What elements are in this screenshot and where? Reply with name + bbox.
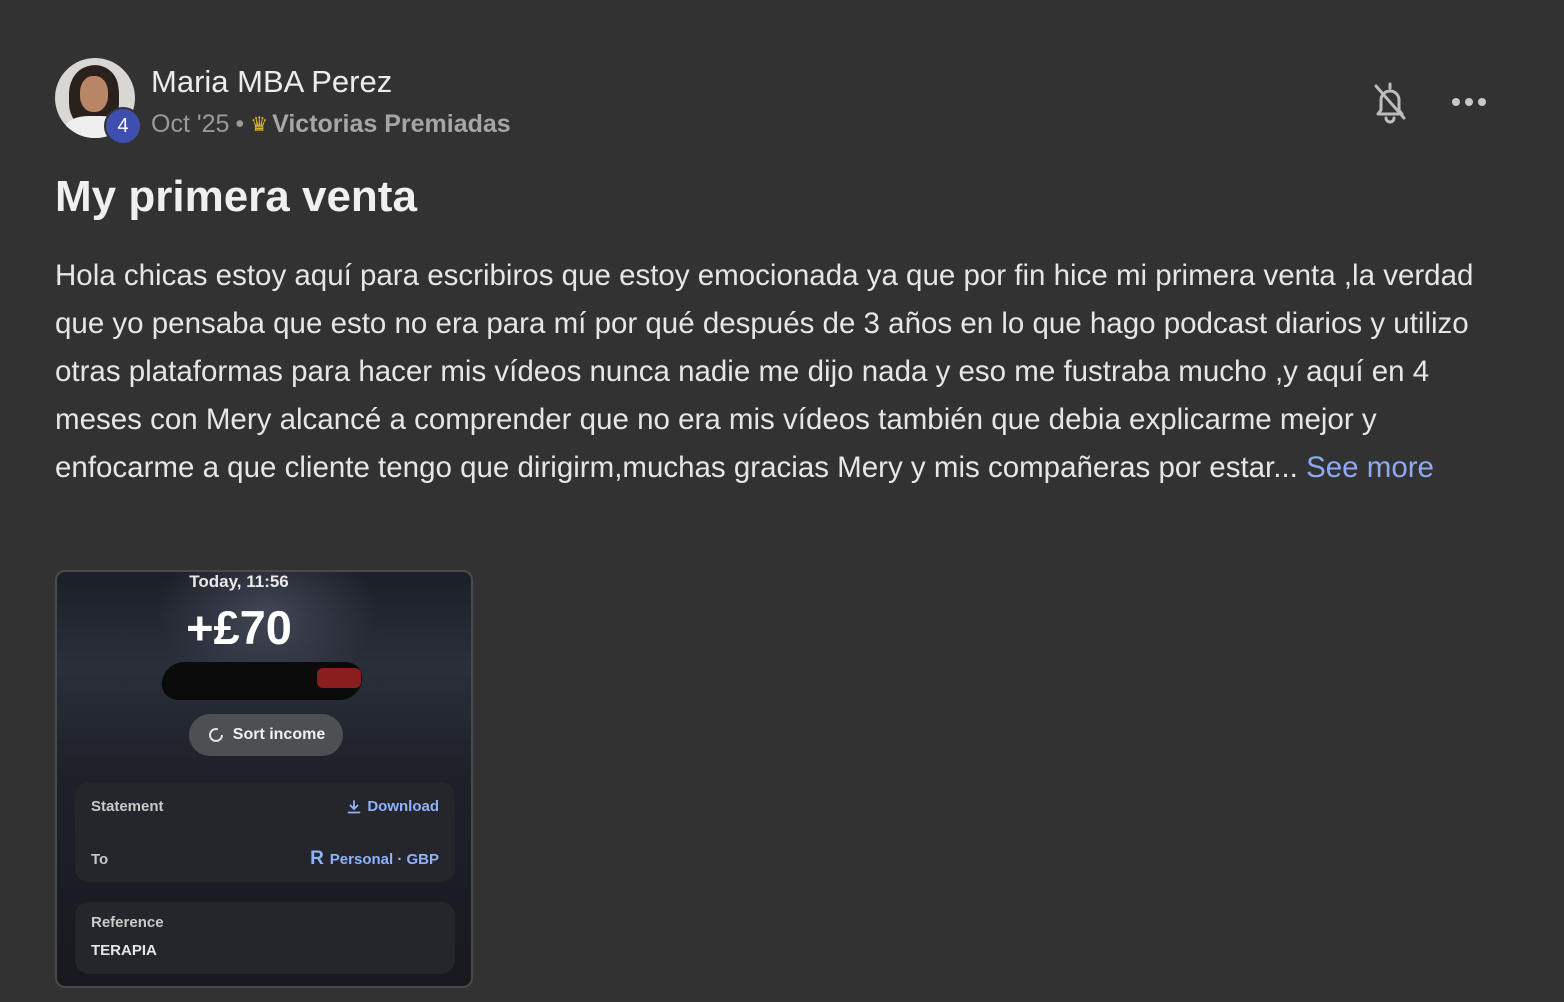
refresh-icon bbox=[208, 728, 223, 742]
to-value: Personal · GBP bbox=[329, 850, 439, 868]
redacted-mark bbox=[317, 668, 361, 688]
transaction-amount: +£70 bbox=[186, 601, 292, 654]
download-icon bbox=[347, 799, 361, 813]
reference-value: TERAPIA bbox=[91, 942, 157, 959]
reference-card: Reference TERAPIA bbox=[75, 902, 455, 974]
sort-income-pill: Sort income bbox=[189, 714, 343, 756]
post-card: 4 Maria MBA Perez Oct '25 • ♛ Victorias … bbox=[0, 0, 1564, 1002]
crown-icon: ♛ bbox=[250, 114, 269, 136]
reference-label: Reference bbox=[91, 914, 164, 931]
mute-notifications-button[interactable] bbox=[1370, 80, 1410, 124]
category-link[interactable]: Victorias Premiadas bbox=[272, 110, 511, 139]
statement-label: Statement bbox=[91, 798, 164, 815]
see-more-link[interactable]: See more bbox=[1306, 451, 1434, 484]
post-meta: Oct '25 • ♛ Victorias Premiadas bbox=[151, 110, 511, 139]
more-options-button[interactable] bbox=[1448, 86, 1490, 118]
bank-logo-icon: R bbox=[310, 848, 324, 869]
transaction-time: Today, 11:56 bbox=[189, 572, 289, 591]
more-horizontal-icon bbox=[1452, 98, 1486, 106]
download-label: Download bbox=[367, 798, 439, 815]
post-date: Oct '25 bbox=[151, 110, 230, 138]
author-avatar[interactable]: 4 bbox=[55, 58, 143, 146]
statement-card: Statement Download To R Personal · GBP bbox=[75, 782, 455, 882]
post-body: Hola chicas estoy aquí para escribiros q… bbox=[55, 252, 1495, 492]
post-title: My primera venta bbox=[55, 172, 417, 221]
author-name[interactable]: Maria MBA Perez bbox=[151, 64, 392, 100]
bell-off-icon bbox=[1374, 82, 1406, 124]
meta-separator: • bbox=[235, 110, 245, 138]
to-label: To bbox=[91, 850, 109, 868]
level-badge: 4 bbox=[104, 107, 142, 145]
post-body-text: Hola chicas estoy aquí para escribiros q… bbox=[55, 259, 1474, 484]
sort-income-label: Sort income bbox=[232, 726, 326, 743]
attachment-image[interactable]: Today, 11:56 +£70 Sort income Statement … bbox=[55, 570, 473, 988]
